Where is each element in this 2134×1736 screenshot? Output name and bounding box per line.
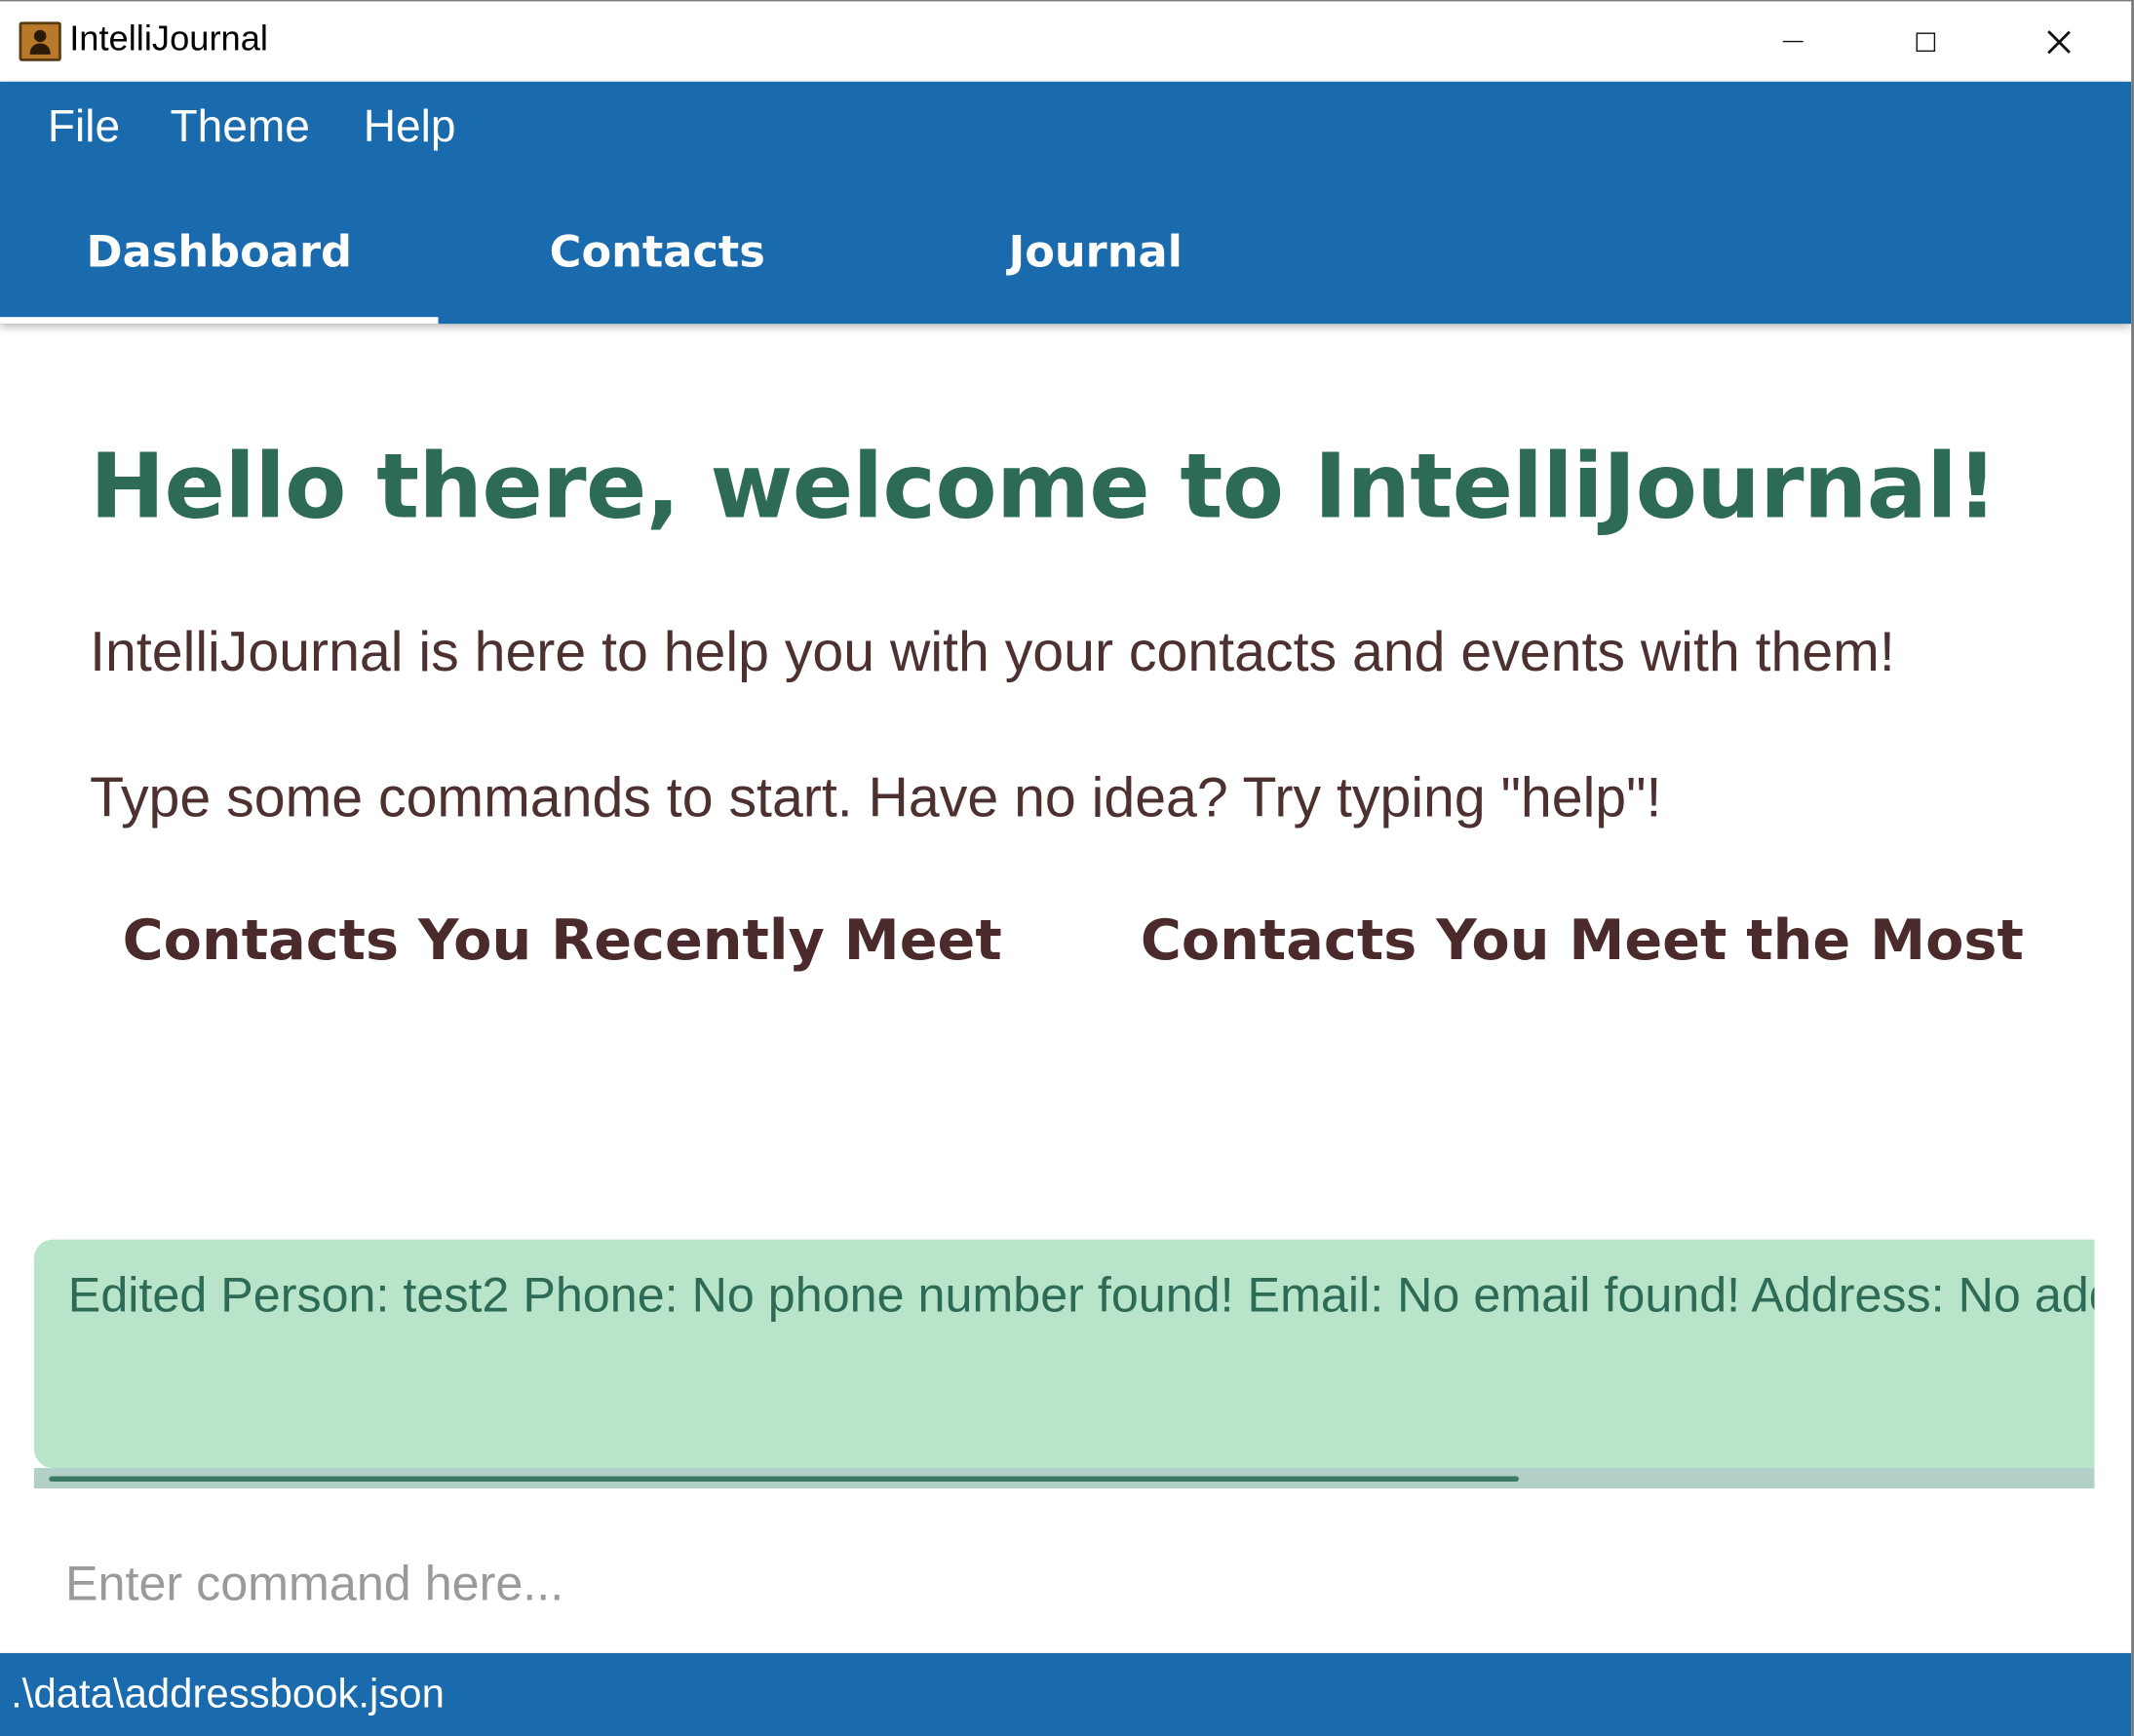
horizontal-scrollbar[interactable] [33,1468,2095,1489]
menu-help[interactable]: Help [364,100,456,152]
recent-contacts-heading: Contacts You Recently Meet [122,907,1002,973]
close-button[interactable] [1993,1,2126,81]
command-input[interactable] [33,1538,2095,1629]
tab-contacts[interactable]: Contacts [439,179,877,324]
welcome-heading: Hello there, welcome to IntelliJournal! [90,434,1998,539]
active-tab-indicator [0,317,439,325]
minimize-button[interactable] [1726,1,1859,81]
maximize-icon [1916,31,1936,52]
scrollbar-thumb[interactable] [49,1476,1519,1483]
minimize-icon [1782,40,1804,43]
window-title: IntelliJournal [69,18,268,59]
tab-journal-label: Journal [1008,225,1183,278]
tab-contacts-label: Contacts [549,225,765,278]
menu-theme[interactable]: Theme [171,100,310,152]
data-file-path: .\data\addressbook.json [11,1672,445,1717]
menu-bar: File Theme Help [0,82,2131,179]
menu-file[interactable]: File [48,100,120,152]
result-box[interactable]: Edited Person: test2 Phone: No phone num… [33,1239,2095,1469]
tab-journal[interactable]: Journal [876,179,1315,324]
maximize-button[interactable] [1859,1,1993,81]
addressbook-icon [19,21,61,61]
tab-dashboard[interactable]: Dashboard [0,179,439,325]
app-window: IntelliJournal File Theme Help Dashboard… [0,0,2134,1736]
intro-text: IntelliJournal is here to help you with … [90,620,1895,683]
most-met-contacts-heading: Contacts You Meet the Most [1140,907,2024,973]
result-message: Edited Person: test2 Phone: No phone num… [67,1266,2095,1323]
close-icon [2047,29,2072,54]
status-bar: .\data\addressbook.json [0,1652,2132,1736]
title-bar: IntelliJournal [0,1,2132,82]
header: File Theme Help Dashboard Contacts Journ… [0,81,2132,325]
tab-dashboard-label: Dashboard [86,225,352,278]
result-display: Edited Person: test2 Phone: No phone num… [33,1239,2095,1489]
hint-text: Type some commands to start. Have no ide… [90,765,1662,829]
